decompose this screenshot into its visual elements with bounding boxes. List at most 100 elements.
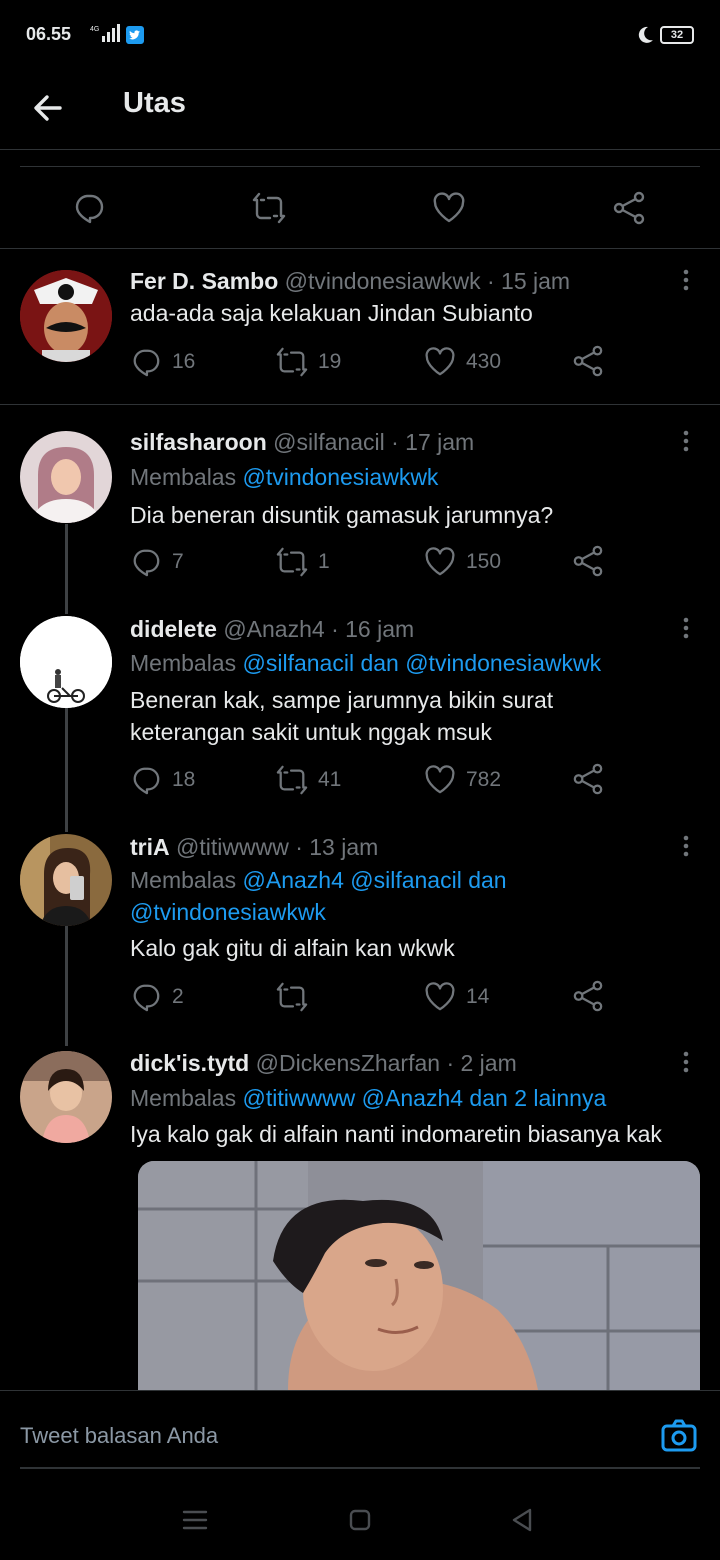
user-handle[interactable]: @Anazh4 — [223, 616, 324, 642]
retweet-count: 1 — [318, 550, 330, 573]
reply-icon[interactable] — [72, 191, 106, 225]
tweet-text: ada-ada saja kelakuan Jindan Subianto — [130, 300, 533, 326]
more-options-icon[interactable] — [676, 1050, 696, 1076]
like-icon — [425, 547, 455, 576]
tweet-metrics: 18 41 782 — [130, 763, 610, 797]
tweet-text-line: keterangan sakit untuk nggak msuk — [130, 719, 492, 745]
tweet-item[interactable]: didelete @Anazh4 · 16 jam Membalas @silf… — [0, 610, 720, 828]
share-icon[interactable] — [572, 763, 604, 795]
retweet-icon — [276, 982, 308, 1012]
reply-icon — [133, 349, 160, 377]
reply-count-button[interactable]: 7 — [130, 545, 184, 579]
avatar[interactable] — [20, 1051, 112, 1143]
status-bar: 06.55 4G 32 — [0, 0, 720, 70]
retweet-icon[interactable] — [252, 191, 286, 225]
reply-count: 7 — [172, 550, 184, 573]
like-count-button[interactable]: 14 — [424, 980, 489, 1014]
camera-icon[interactable] — [660, 1417, 698, 1455]
tweet-metrics: 2 14 — [130, 980, 610, 1014]
tweet-header: triA @titiwwww · 13 jam — [130, 834, 378, 861]
menu-icon[interactable] — [180, 1506, 210, 1534]
back-triangle-icon[interactable] — [508, 1506, 538, 1534]
user-handle[interactable]: @tvindonesiawkwk — [285, 268, 481, 294]
like-count: 150 — [466, 550, 502, 573]
reply-context: Membalas @tvindonesiawkwk — [130, 461, 700, 493]
reply-mention[interactable]: @Anazh4 @silfanacil dan — [243, 867, 507, 893]
like-count-button[interactable]: 430 — [424, 345, 501, 379]
like-count-button[interactable]: 782 — [424, 763, 501, 797]
display-name[interactable]: Fer D. Sambo — [130, 268, 278, 294]
retweet-count-button[interactable]: 41 — [276, 763, 341, 797]
user-handle[interactable]: @silfanacil — [273, 429, 385, 455]
more-options-icon[interactable] — [676, 616, 696, 642]
tweet-text: Beneran kak, sampe jarumnya bikin surat … — [130, 684, 705, 748]
display-name[interactable]: silfasharoon — [130, 429, 267, 455]
reply-prefix: Membalas — [130, 1085, 237, 1111]
avatar[interactable] — [20, 270, 112, 362]
signal-icon: 4G — [90, 24, 120, 42]
tweet-media-image[interactable] — [138, 1161, 700, 1390]
retweet-count-button[interactable] — [276, 980, 318, 1014]
reply-icon — [133, 767, 160, 795]
timestamp: 2 jam — [460, 1050, 517, 1076]
tweet-metrics: 7 1 150 — [130, 545, 610, 579]
tweet-item[interactable]: triA @titiwwww · 13 jam Membalas @Anazh4… — [0, 828, 720, 1046]
separator-dot: · — [331, 616, 339, 642]
retweet-icon — [276, 547, 308, 577]
tweet-item[interactable]: Fer D. Sambo @tvindonesiawkwk · 15 jam a… — [0, 250, 720, 404]
like-icon — [425, 347, 455, 376]
retweet-count: 41 — [318, 768, 342, 791]
share-icon[interactable] — [572, 980, 604, 1012]
main-tweet-actions — [0, 167, 720, 249]
reply-icon — [133, 549, 160, 577]
tweet-text: Iya kalo gak di alfain nanti indomaretin… — [130, 1121, 662, 1147]
reply-count: 2 — [172, 985, 184, 1008]
top-app-bar: Utas — [0, 70, 720, 150]
reply-input-underline — [20, 1467, 700, 1469]
reply-input[interactable]: Tweet balasan Anda — [20, 1423, 218, 1449]
page-title: Utas — [123, 87, 186, 119]
reply-prefix: Membalas — [130, 650, 237, 676]
timestamp: 13 jam — [309, 834, 379, 860]
reply-prefix: Membalas — [130, 464, 237, 490]
battery-indicator: 32 — [660, 26, 694, 44]
reply-mention[interactable]: @silfanacil dan @tvindonesiawkwk — [243, 650, 602, 676]
back-arrow-icon[interactable] — [28, 88, 68, 128]
reply-count-button[interactable]: 16 — [130, 345, 195, 379]
like-count-button[interactable]: 150 — [424, 545, 501, 579]
avatar[interactable] — [20, 834, 112, 926]
share-icon[interactable] — [572, 545, 604, 577]
home-icon[interactable] — [345, 1506, 375, 1534]
like-count: 782 — [466, 768, 502, 791]
display-name[interactable]: dick'is.tytd — [130, 1050, 249, 1076]
retweet-count-button[interactable]: 1 — [276, 545, 330, 579]
avatar[interactable] — [20, 431, 112, 523]
retweet-count-button[interactable]: 19 — [276, 345, 341, 379]
avatar[interactable] — [20, 616, 112, 708]
share-icon[interactable] — [612, 191, 646, 225]
network-type: 4G — [90, 26, 99, 33]
retweet-count: 19 — [318, 350, 342, 373]
separator-dot: · — [486, 268, 495, 294]
display-name[interactable]: didelete — [130, 616, 217, 642]
share-icon[interactable] — [572, 345, 604, 377]
like-icon[interactable] — [432, 191, 466, 225]
more-options-icon[interactable] — [676, 429, 696, 455]
more-options-icon[interactable] — [676, 268, 696, 294]
reply-mention[interactable]: @tvindonesiawkwk — [243, 464, 439, 490]
reply-mention[interactable]: @titiwwww @Anazh4 dan 2 lainnya — [243, 1085, 607, 1111]
reply-icon — [133, 984, 160, 1012]
like-count: 430 — [466, 350, 502, 373]
reply-count-button[interactable]: 18 — [130, 763, 195, 797]
twitter-notification-icon — [126, 26, 144, 44]
reply-mention[interactable]: @tvindonesiawkwk — [130, 896, 700, 928]
like-count: 14 — [466, 985, 490, 1008]
reply-count-button[interactable]: 2 — [130, 980, 184, 1014]
more-options-icon[interactable] — [676, 834, 696, 860]
user-handle[interactable]: @DickensZharfan — [256, 1050, 440, 1076]
user-handle[interactable]: @titiwwww — [176, 834, 289, 860]
timestamp: 17 jam — [405, 429, 475, 455]
display-name[interactable]: triA — [130, 834, 170, 860]
tweet-header: silfasharoon @silfanacil · 17 jam — [130, 429, 474, 456]
tweet-item[interactable]: silfasharoon @silfanacil · 17 jam Membal… — [0, 405, 720, 610]
